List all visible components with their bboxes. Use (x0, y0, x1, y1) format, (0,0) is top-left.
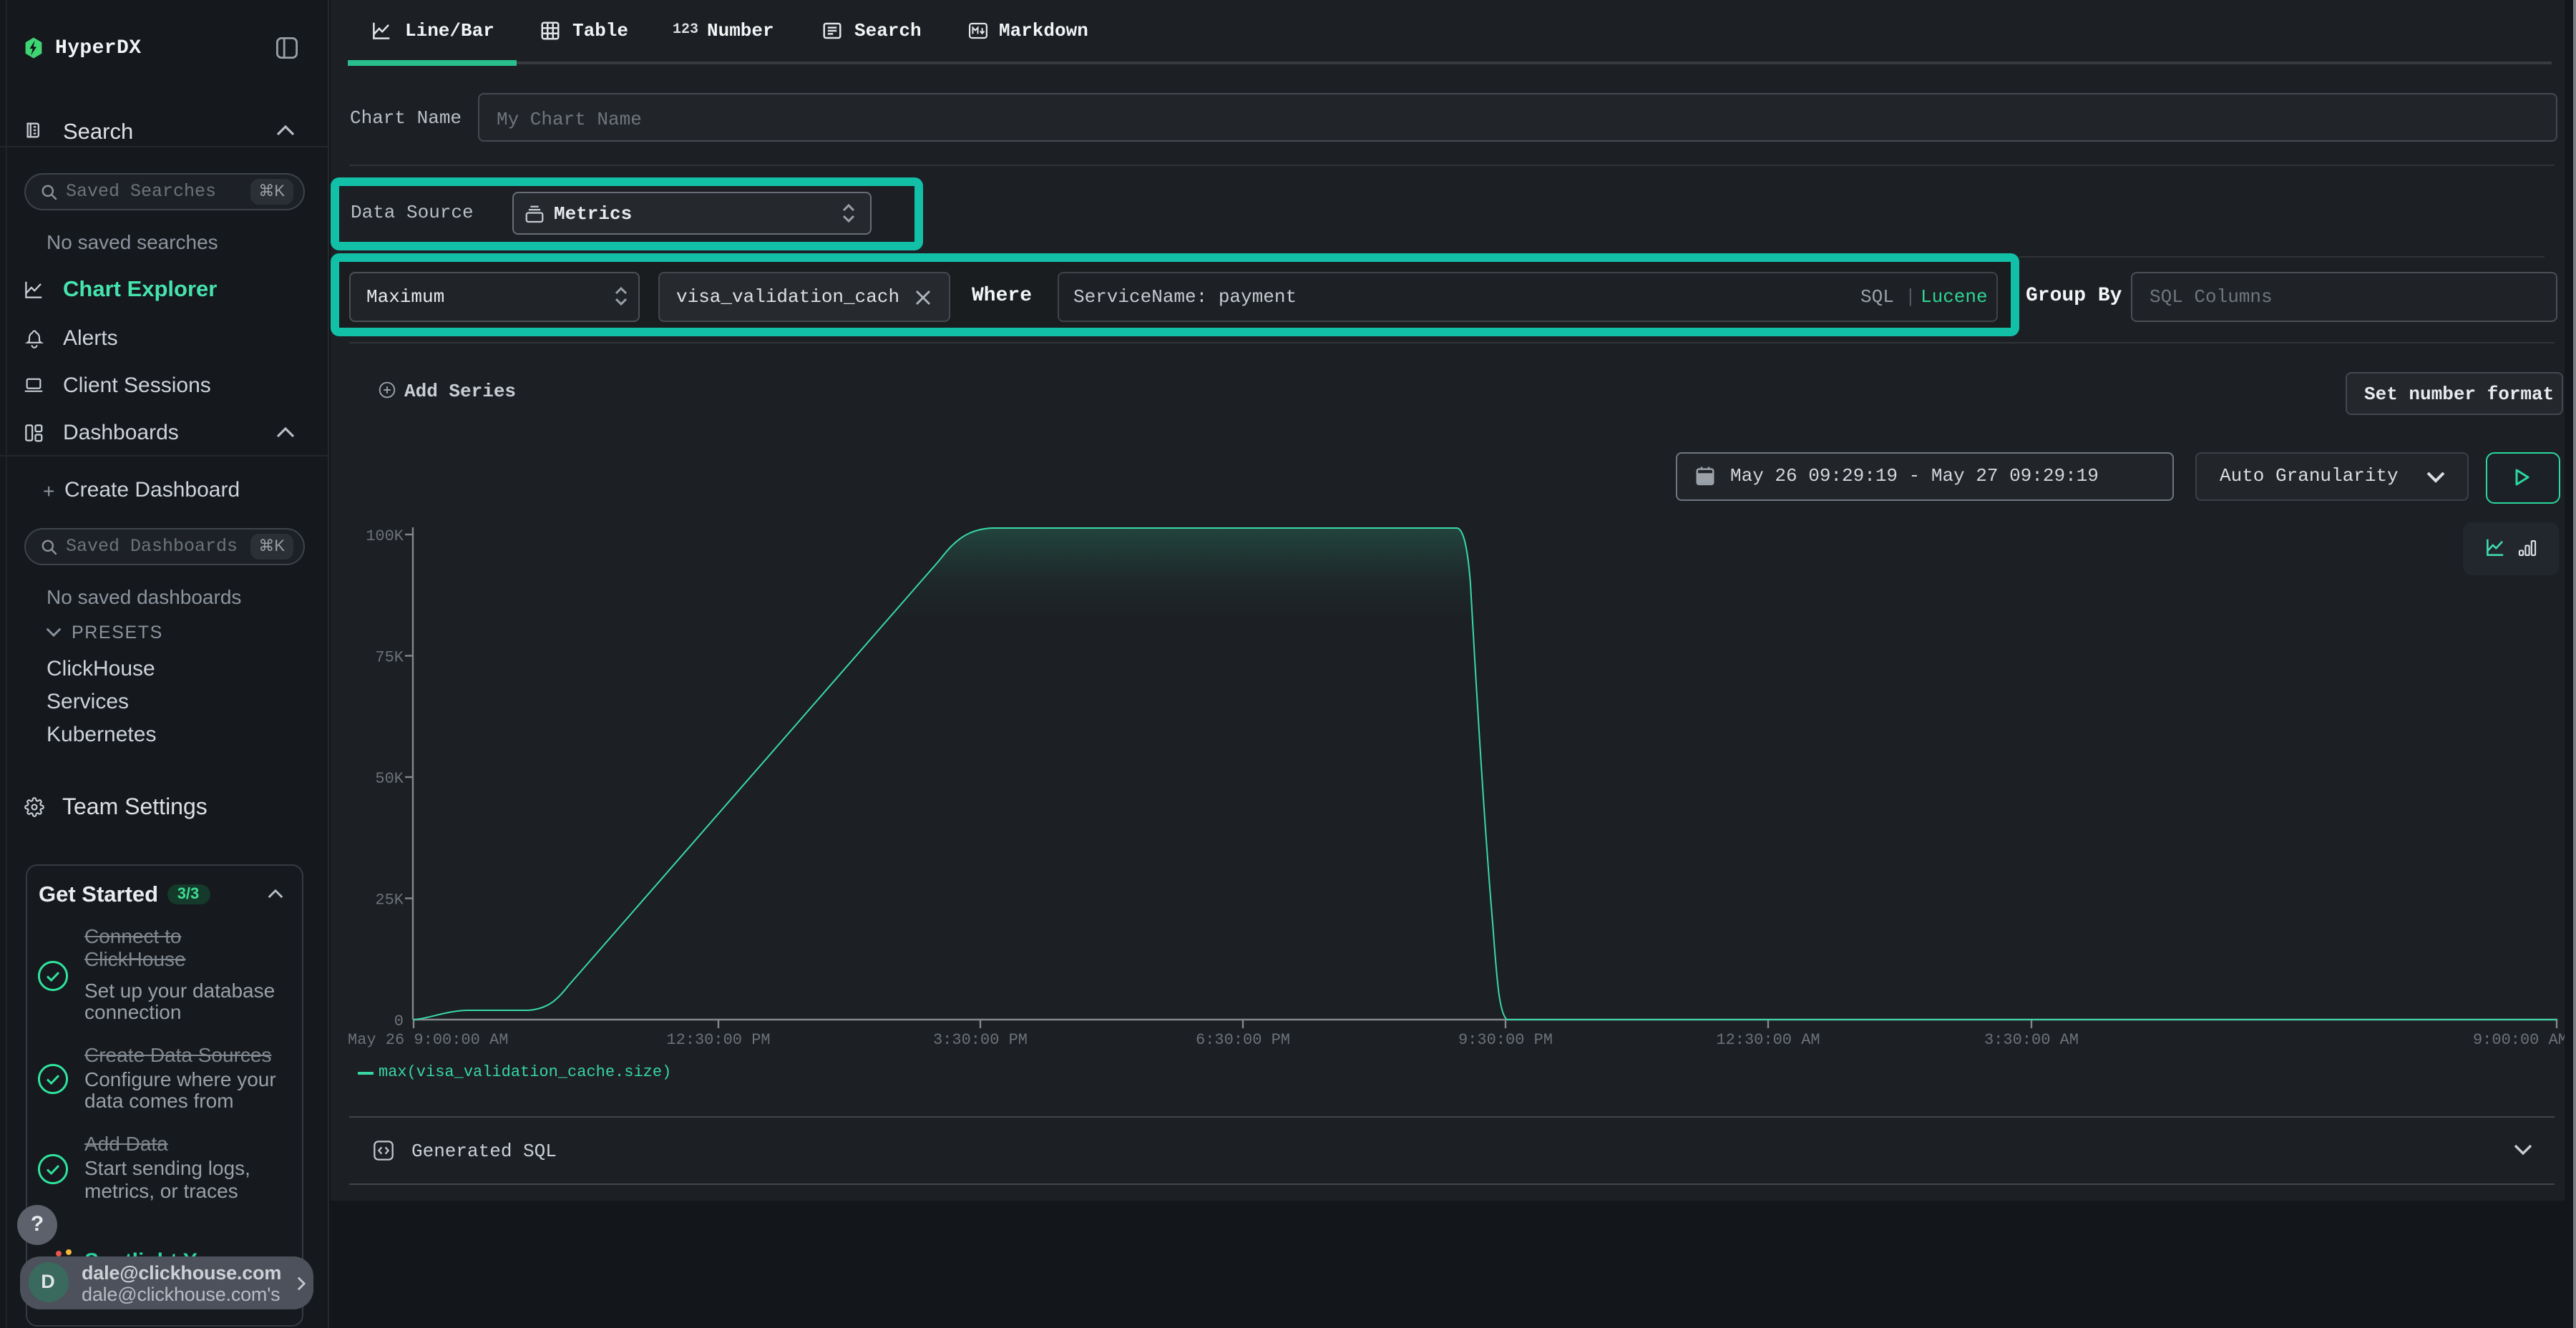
svg-text:3:30:00 AM: 3:30:00 AM (1984, 1031, 2079, 1049)
svg-text:9:00:00 AM: 9:00:00 AM (2473, 1031, 2565, 1049)
svg-text:25K: 25K (375, 891, 404, 909)
svg-text:3:30:00 PM: 3:30:00 PM (933, 1031, 1028, 1049)
svg-text:6:30:00 PM: 6:30:00 PM (1196, 1031, 1290, 1049)
svg-text:12:30:00 PM: 12:30:00 PM (666, 1031, 770, 1049)
svg-text:May 26 9:00:00 AM: May 26 9:00:00 AM (348, 1031, 508, 1049)
svg-text:100K: 100K (366, 527, 404, 545)
svg-text:50K: 50K (375, 770, 404, 788)
svg-text:12:30:00 AM: 12:30:00 AM (1716, 1031, 1820, 1049)
svg-text:0: 0 (394, 1012, 404, 1030)
svg-text:75K: 75K (375, 648, 404, 666)
svg-text:9:30:00 PM: 9:30:00 PM (1458, 1031, 1553, 1049)
